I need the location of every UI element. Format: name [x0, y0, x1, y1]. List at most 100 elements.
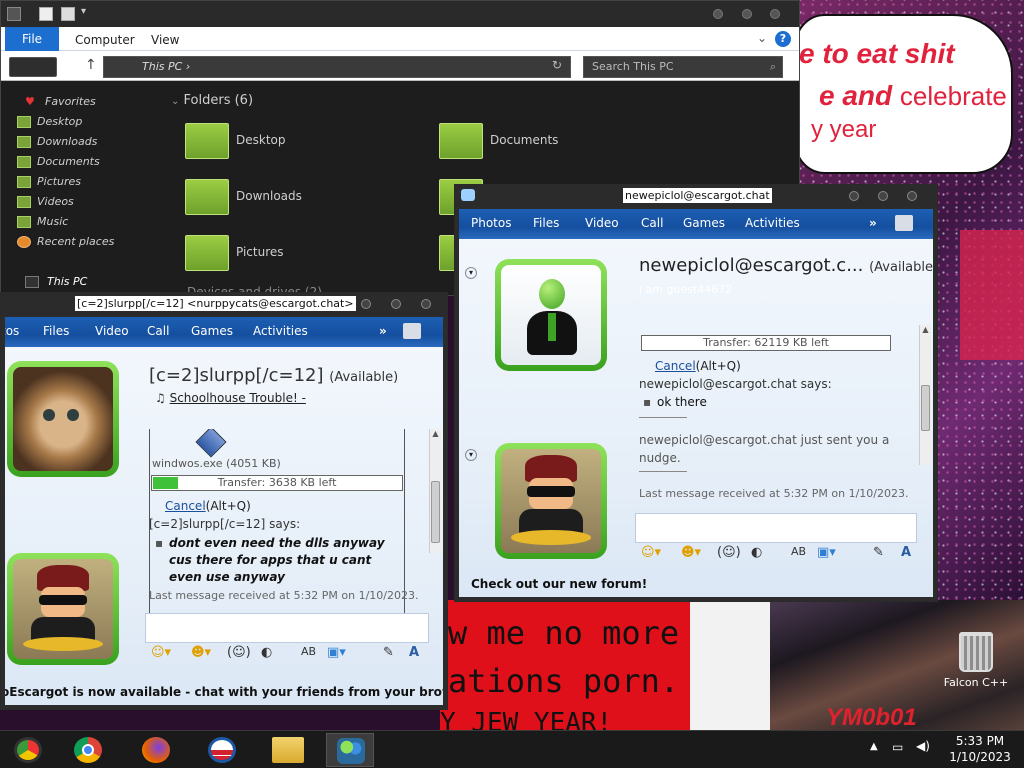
new-folder-icon[interactable] — [61, 7, 75, 21]
close-button[interactable] — [907, 191, 917, 201]
toolbar-call[interactable]: Call — [641, 216, 663, 230]
nudge-icon[interactable]: (☺) — [717, 545, 741, 560]
toolbar-files[interactable]: Files — [533, 216, 559, 230]
messenger-icon[interactable] — [326, 733, 374, 767]
background-icon[interactable]: ▣▾ — [327, 645, 346, 660]
maximize-button[interactable] — [391, 299, 401, 309]
file-explorer-icon[interactable] — [264, 733, 312, 767]
collapse-icon-2[interactable]: ▾ — [465, 449, 477, 461]
nav-item-documents[interactable]: Documents — [17, 154, 100, 170]
nav-item-downloads[interactable]: Downloads — [17, 134, 97, 150]
toolbar-files[interactable]: Files — [43, 324, 69, 338]
explorer-app-icon[interactable] — [7, 7, 21, 21]
nav-item-music[interactable]: Music — [17, 214, 68, 230]
show-hidden-icons-icon[interactable]: ▲ — [870, 741, 878, 752]
close-button[interactable] — [421, 299, 431, 309]
scroll-up-icon[interactable]: ▲ — [430, 429, 441, 438]
handwriting-icon[interactable]: ✎ — [383, 645, 394, 660]
voice-clip-icon[interactable]: ◐ — [751, 545, 762, 560]
toolbar-menu-icon[interactable] — [403, 323, 421, 339]
folder-name: Pictures — [236, 245, 284, 259]
toolbar-activities[interactable]: Activities — [253, 324, 308, 338]
now-playing[interactable]: ♫ Schoolhouse Trouble! - — [155, 391, 306, 405]
address-path[interactable]: This PC › — [103, 56, 571, 78]
back-forward-buttons[interactable] — [9, 57, 57, 77]
handwriting-icon[interactable]: ✎ — [873, 545, 884, 560]
obama-logo-icon[interactable] — [198, 733, 246, 767]
maximize-button[interactable] — [742, 9, 752, 19]
footer-ad[interactable]: Check out our new forum! — [471, 577, 647, 591]
nudge-icon[interactable]: (☺) — [227, 645, 251, 660]
ribbon-file-tab[interactable]: File — [5, 27, 59, 51]
search-input[interactable]: Search This PC ⌕ — [583, 56, 783, 78]
contact-avatar[interactable] — [495, 259, 607, 371]
wink-icon[interactable]: ☻▾ — [191, 645, 211, 660]
cancel-link[interactable]: Cancel — [165, 499, 206, 513]
smiley-icon[interactable]: ☺▾ — [641, 545, 661, 560]
voice-clip-icon[interactable]: ◐ — [261, 645, 272, 660]
toolbar-more[interactable]: » — [869, 216, 877, 230]
background-icon[interactable]: ▣▾ — [817, 545, 836, 560]
nav-this-pc[interactable]: This PC — [25, 274, 87, 290]
font-icon[interactable]: AB — [301, 645, 316, 658]
text-format-icon[interactable]: A — [409, 645, 419, 660]
scroll-up-icon[interactable]: ▲ — [920, 325, 931, 334]
toolbar-games[interactable]: Games — [191, 324, 233, 338]
message-input[interactable] — [145, 613, 429, 643]
message-input[interactable] — [635, 513, 917, 543]
nav-item-videos[interactable]: Videos — [17, 194, 74, 210]
scrollbar-thumb[interactable] — [921, 385, 930, 431]
firefox-icon[interactable] — [132, 733, 180, 767]
chrome-icon[interactable] — [64, 733, 112, 767]
conversation-scrollbar[interactable]: ▲ — [429, 429, 441, 553]
desktop-icon-recycle-bin[interactable]: Falcon C++ — [940, 632, 1012, 689]
toolbar-menu-icon[interactable] — [895, 215, 913, 231]
toolbar-video[interactable]: Video — [585, 216, 619, 230]
minimize-button[interactable] — [713, 9, 723, 19]
scrollbar-thumb[interactable] — [431, 481, 440, 543]
volume-icon[interactable]: ◀) — [916, 739, 930, 753]
toolbar-more[interactable]: » — [379, 324, 387, 338]
footer-ad[interactable]: oEscargot is now available - chat with y… — [5, 685, 443, 699]
conversation-scrollbar[interactable]: ▲ — [919, 325, 931, 465]
wink-icon[interactable]: ☻▾ — [681, 545, 701, 560]
refresh-icon[interactable]: ↻ — [547, 58, 567, 76]
cancel-link[interactable]: Cancel — [655, 359, 696, 373]
font-icon[interactable]: AB — [791, 545, 806, 558]
ribbon-tab-view[interactable]: View — [151, 27, 179, 51]
minimize-button[interactable] — [849, 191, 859, 201]
nav-favorites[interactable]: ♥ Favorites — [25, 94, 96, 110]
quick-access-dropdown-icon[interactable]: ▾ — [81, 6, 95, 20]
contact-avatar[interactable] — [7, 361, 119, 477]
toolbar-games[interactable]: Games — [683, 216, 725, 230]
nav-item-desktop[interactable]: Desktop — [17, 114, 82, 130]
chat-titlebar[interactable]: [c=2]slurpp[/c=12] <nurppycats@escargot.… — [1, 293, 447, 315]
search-icon[interactable]: ⌕ — [770, 57, 776, 77]
chat-titlebar[interactable]: newepiclol@escargot.chat — [455, 185, 937, 207]
network-icon[interactable]: ▭ — [892, 740, 903, 754]
nav-item-recent-places[interactable]: Recent places — [17, 234, 114, 250]
up-arrow-icon[interactable]: ↑ — [85, 57, 97, 73]
text-format-icon[interactable]: A — [901, 545, 911, 560]
my-avatar[interactable] — [7, 553, 119, 665]
explorer-titlebar[interactable]: ▾ — [1, 1, 799, 27]
minimize-button[interactable] — [361, 299, 371, 309]
collapse-icon[interactable]: ▾ — [465, 267, 477, 279]
taskbar-clock[interactable]: 5:33 PM 1/10/2023 — [940, 733, 1020, 765]
close-button[interactable] — [770, 9, 780, 19]
toolbar-photos[interactable]: tos — [5, 324, 19, 338]
smiley-icon[interactable]: ☺▾ — [151, 645, 171, 660]
chrome-canary-icon[interactable] — [4, 733, 52, 767]
my-avatar[interactable] — [495, 443, 607, 559]
toolbar-video[interactable]: Video — [95, 324, 129, 338]
ribbon-expand-chevron-icon[interactable]: ⌄ — [757, 31, 767, 45]
nav-item-pictures[interactable]: Pictures — [17, 174, 81, 190]
maximize-button[interactable] — [878, 191, 888, 201]
ribbon-tab-computer[interactable]: Computer — [75, 27, 135, 51]
toolbar-activities[interactable]: Activities — [745, 216, 800, 230]
toolbar-photos[interactable]: Photos — [471, 216, 511, 230]
folders-section-header[interactable]: ⌄ Folders (6) — [171, 93, 253, 108]
toolbar-call[interactable]: Call — [147, 324, 169, 338]
help-icon[interactable]: ? — [775, 31, 791, 47]
properties-icon[interactable] — [39, 7, 53, 21]
